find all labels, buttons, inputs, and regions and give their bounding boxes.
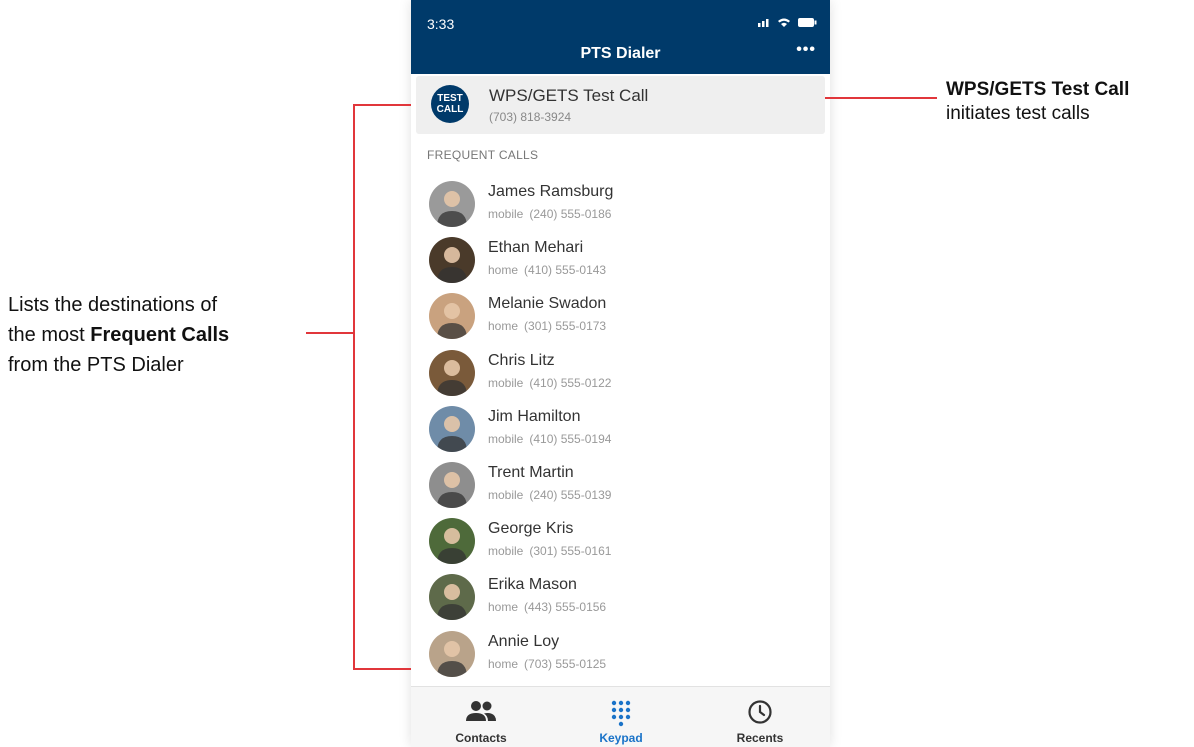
contact-phone-number: (410) 555-0122 (529, 375, 612, 390)
avatar (429, 237, 475, 284)
contact-row[interactable]: George Kris mobile (301) 555-0161 (411, 514, 830, 568)
test-call-name: WPS/GETS Test Call (489, 86, 649, 105)
contact-phone-number: (410) 555-0194 (529, 431, 612, 446)
callout-test-call-desc: initiates test calls (946, 103, 1090, 124)
callout-left-line2-bold: Frequent Calls (90, 324, 230, 346)
tab-contacts[interactable]: Contacts (411, 687, 551, 747)
callout-line-left (306, 332, 354, 334)
tab-bar: Contacts Keypad Recents (411, 686, 830, 747)
contact-row[interactable]: Melanie Swadon home (301) 555-0173 (411, 289, 830, 343)
app-title: PTS Dialer (580, 45, 661, 62)
contact-phone-number: (410) 555-0143 (524, 263, 607, 278)
badge-line1: TEST (437, 93, 463, 104)
contact-phone-number: (301) 555-0161 (529, 544, 612, 559)
contact-name: Ethan Mehari (488, 239, 584, 257)
contact-row[interactable]: James Ramsburg mobile (240) 555-0186 (411, 177, 830, 231)
section-label-frequent-calls: FREQUENT CALLS (427, 148, 539, 162)
contact-phone-number: (240) 555-0186 (529, 207, 612, 221)
status-icons (758, 16, 818, 31)
contact-phone-type: mobile (488, 207, 524, 221)
contact-row[interactable]: Chris Litz mobile (410) 555-0122 (411, 346, 830, 400)
keypad-icon (611, 700, 631, 727)
avatar (429, 462, 475, 508)
contact-detail: home (301) 555-0173 (488, 319, 606, 333)
contact-name: George Kris (488, 520, 574, 538)
avatar (429, 518, 475, 565)
tab-keypad-label: Keypad (599, 731, 643, 745)
callout-left-line3: from the PTS Dialer (8, 354, 184, 376)
test-call-row[interactable]: TEST CALL WPS/GETS Test Call (703) 818-3… (416, 76, 825, 134)
contact-phone-type: home (488, 600, 519, 615)
contact-row[interactable]: Erika Mason home (443) 555-0156 (411, 570, 830, 624)
callout-bracket-top (353, 104, 411, 106)
contact-phone-type: home (488, 656, 519, 671)
avatar (429, 574, 475, 621)
contact-detail: mobile (301) 555-0161 (488, 544, 611, 558)
contact-phone-number: (240) 555-0139 (529, 488, 612, 502)
contact-detail: mobile (410) 555-0194 (488, 432, 611, 446)
contact-detail: mobile (240) 555-0139 (488, 488, 611, 502)
contact-phone-type: mobile (488, 544, 524, 559)
callout-frequent-calls: Lists the destinations of the most Frequ… (8, 290, 308, 380)
app-header: 3:33 PTS Dialer ••• (411, 0, 830, 74)
avatar (429, 181, 475, 227)
contact-phone-number: (703) 555-0125 (524, 656, 607, 671)
phone-screen: 3:33 PTS Dialer ••• TEST CALL WPS/GETS T… (411, 0, 830, 747)
more-options-button[interactable]: ••• (796, 41, 816, 59)
avatar (429, 630, 475, 677)
test-call-number: (703) 818-3924 (489, 110, 572, 124)
contact-name: Erika Mason (488, 576, 577, 594)
callout-bracket-bottom (353, 668, 411, 670)
contact-row[interactable]: Jim Hamilton mobile (410) 555-0194 (411, 402, 830, 456)
contact-phone-number: (443) 555-0156 (524, 600, 607, 615)
contact-name: Jim Hamilton (488, 407, 581, 425)
people-icon (466, 701, 496, 721)
badge-line2: CALL (436, 104, 464, 115)
contact-phone-type: home (488, 263, 519, 278)
callout-test-call-title: WPS/GETS Test Call (946, 79, 1130, 100)
avatar (429, 293, 475, 340)
contact-detail: mobile (410) 555-0122 (488, 376, 611, 390)
callout-bracket-vertical (353, 104, 355, 669)
contact-phone-type: mobile (488, 375, 524, 390)
tab-keypad[interactable]: Keypad (551, 687, 691, 747)
avatar (429, 349, 475, 396)
clock-icon (748, 700, 772, 724)
callout-line-right (825, 97, 937, 99)
avatar (429, 405, 475, 452)
contact-row[interactable]: Annie Loy home (703) 555-0125 (411, 627, 830, 681)
tab-recents[interactable]: Recents (690, 687, 830, 747)
contact-phone-type: mobile (488, 431, 524, 446)
contact-detail: home (443) 555-0156 (488, 600, 606, 614)
contact-row[interactable]: Trent Martin mobile (240) 555-0139 (411, 458, 830, 512)
contact-detail: mobile (240) 555-0186 (488, 207, 611, 221)
callout-left-line1: Lists the destinations of (8, 294, 218, 316)
status-time: 3:33 (427, 16, 455, 32)
contact-name: Melanie Swadon (488, 295, 607, 313)
contact-phone-type: mobile (488, 488, 524, 502)
contact-detail: home (703) 555-0125 (488, 657, 606, 671)
contact-phone-type: home (488, 319, 519, 334)
callout-left-line2-prefix: the most (8, 324, 91, 346)
callout-left-line2: the most Frequent Calls (8, 320, 308, 350)
contact-name: Trent Martin (488, 464, 574, 481)
tab-recents-label: Recents (736, 731, 784, 745)
contact-row[interactable]: Ethan Mehari home (410) 555-0143 (411, 233, 830, 287)
contact-name: Annie Loy (488, 632, 560, 650)
test-call-badge-icon: TEST CALL (431, 85, 469, 123)
contact-phone-number: (301) 555-0173 (524, 319, 607, 334)
contact-detail: home (410) 555-0143 (488, 263, 606, 277)
contact-name: Chris Litz (488, 351, 555, 369)
contact-name: James Ramsburg (488, 183, 614, 200)
tab-contacts-label: Contacts (455, 731, 507, 745)
